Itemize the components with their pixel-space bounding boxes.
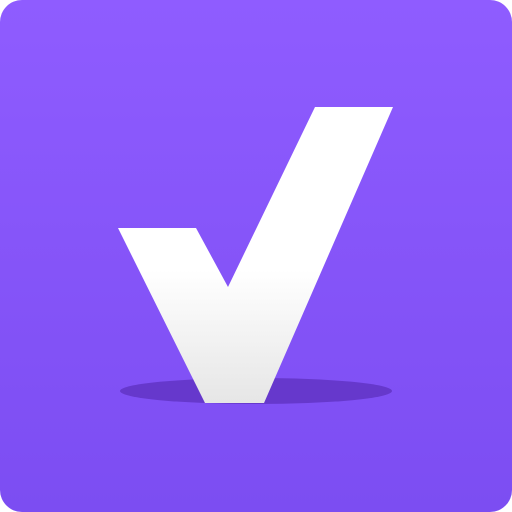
app-icon-graphic — [0, 0, 512, 512]
checkmark-app-icon[interactable] — [0, 0, 512, 512]
